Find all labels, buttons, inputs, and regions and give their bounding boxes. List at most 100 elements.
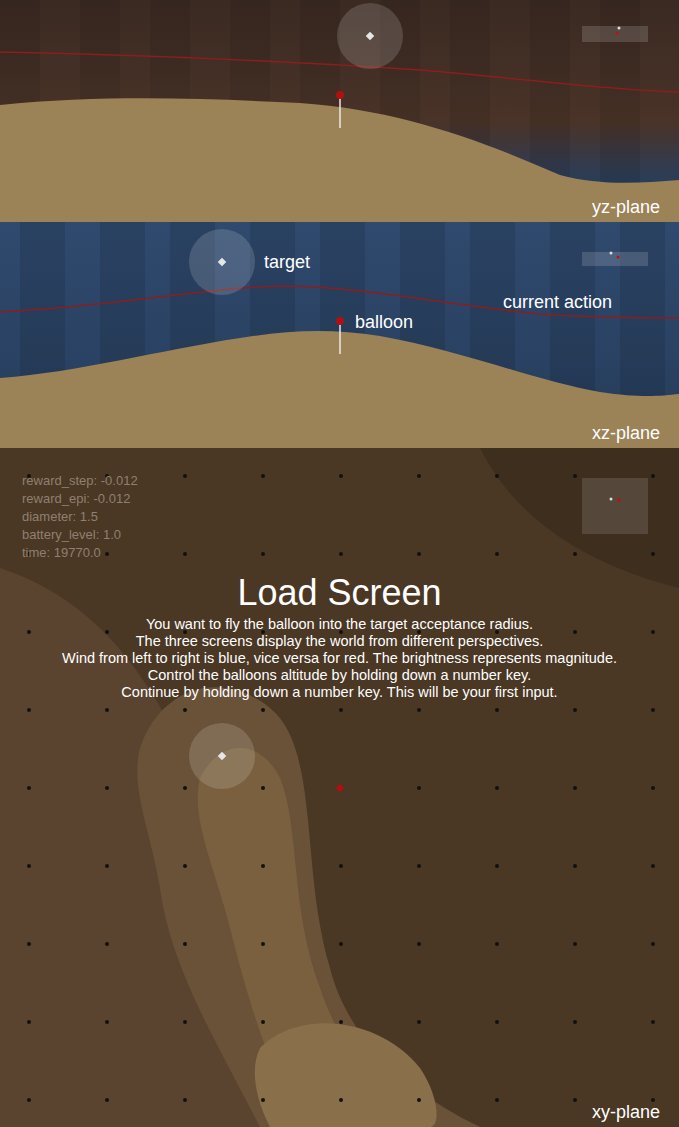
wind-marker [573, 1020, 577, 1024]
wind-marker [105, 1098, 109, 1102]
wind-marker [495, 864, 499, 868]
xy-plane-canvas [0, 448, 679, 1127]
wind-marker [495, 1098, 499, 1102]
wind-marker [417, 864, 421, 868]
load-title: Load Screen [237, 572, 441, 614]
game-screen: yz-planetargetballooncurrent actionxz-pl… [0, 0, 679, 1127]
wind-marker [495, 474, 499, 478]
wind-marker [27, 630, 31, 634]
balloon-icon [336, 91, 344, 99]
wind-marker [27, 708, 31, 712]
stat-line: reward_epi: -0.012 [22, 491, 138, 506]
wind-marker [183, 942, 187, 946]
wind-marker [27, 786, 31, 790]
wind-marker [261, 552, 265, 556]
minimap [582, 478, 648, 534]
wind-marker [651, 474, 655, 478]
stat-line: battery_level: 1.0 [22, 527, 138, 542]
target-icon [366, 32, 374, 40]
wind-marker [573, 552, 577, 556]
instruction-line: Continue by holding down a number key. T… [121, 684, 557, 701]
minimap-target-icon [610, 498, 613, 501]
wind-marker [27, 1098, 31, 1102]
wind-marker [495, 708, 499, 712]
wind-marker [417, 1020, 421, 1024]
balloon-tether [339, 322, 341, 354]
wind-marker [651, 708, 655, 712]
target-radius [189, 723, 255, 789]
wind-field [0, 222, 679, 448]
minimap-target-icon [610, 252, 613, 255]
wind-marker [339, 864, 343, 868]
xy-plane-panel: reward_step: -0.012reward_epi: -0.012dia… [0, 448, 679, 1127]
action-annotation: current action [503, 291, 612, 313]
wind-marker [183, 786, 187, 790]
wind-field [0, 0, 679, 222]
wind-marker [183, 864, 187, 868]
xz-plane-canvas [0, 222, 679, 448]
wind-marker [573, 864, 577, 868]
wind-marker [651, 1098, 655, 1102]
wind-marker [27, 942, 31, 946]
wind-marker [651, 630, 655, 634]
minimap [582, 252, 648, 266]
wind-marker [495, 552, 499, 556]
instruction-line: Control the balloons altitude by holding… [148, 667, 531, 684]
wind-marker [495, 1020, 499, 1024]
wind-marker [417, 786, 421, 790]
action-line [0, 52, 679, 92]
wind-marker [417, 1098, 421, 1102]
wind-marker [573, 942, 577, 946]
wind-marker [105, 630, 109, 634]
wind-marker [183, 1098, 187, 1102]
stat-line: diameter: 1.5 [22, 509, 138, 524]
yz-plane-canvas [0, 0, 679, 222]
wind-marker [417, 708, 421, 712]
wind-marker [651, 786, 655, 790]
wind-marker [105, 786, 109, 790]
plane-label: xz-plane [592, 422, 660, 444]
wind-marker [105, 864, 109, 868]
xz-plane-panel: targetballooncurrent actionxz-plane [0, 222, 679, 448]
wind-marker [261, 864, 265, 868]
wind-marker [183, 474, 187, 478]
wind-marker [261, 942, 265, 946]
stat-line: time: 19770.0 [22, 545, 138, 560]
wind-marker [417, 942, 421, 946]
minimap-balloon-icon [617, 256, 620, 259]
wind-marker [183, 552, 187, 556]
wind-marker [339, 708, 343, 712]
plane-label: xy-plane [592, 1101, 660, 1123]
balloon-icon [336, 784, 344, 792]
wind-marker [495, 942, 499, 946]
instruction-line: Wind from left to right is blue, vice ve… [62, 650, 617, 667]
load-screen: Load ScreenYou want to fly the balloon i… [0, 572, 679, 701]
terrain-contour [255, 1023, 437, 1127]
target-icon [218, 752, 226, 760]
balloon-tether [339, 96, 341, 128]
wind-marker [651, 1020, 655, 1024]
wind-marker [339, 1020, 343, 1024]
wind-marker [261, 474, 265, 478]
terrain-contour [480, 448, 679, 588]
target-radius [189, 229, 255, 295]
instruction-line: The three screens display the world from… [136, 633, 544, 650]
target-icon [218, 258, 226, 266]
wind-marker [27, 1020, 31, 1024]
wind-marker [105, 942, 109, 946]
wind-marker [573, 708, 577, 712]
target-radius [337, 3, 403, 69]
plane-label: yz-plane [592, 196, 660, 218]
wind-marker [417, 552, 421, 556]
wind-marker [339, 1098, 343, 1102]
target-annotation: target [264, 251, 310, 273]
action-line [0, 286, 679, 318]
wind-marker [261, 708, 265, 712]
yz-plane-panel: yz-plane [0, 0, 679, 222]
wind-marker [261, 1020, 265, 1024]
wind-marker [261, 1098, 265, 1102]
minimap [582, 26, 648, 42]
wind-marker [573, 630, 577, 634]
wind-marker [105, 1020, 109, 1024]
terrain-contour [137, 687, 480, 1127]
